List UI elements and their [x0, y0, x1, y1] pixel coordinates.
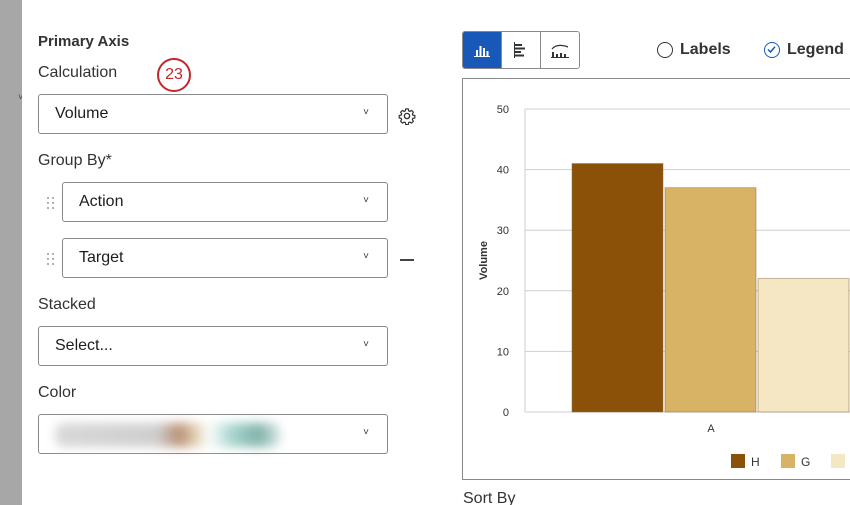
y-tick-label: 10	[497, 346, 509, 358]
legend-swatch	[781, 454, 795, 468]
labels-option-label: Labels	[680, 41, 731, 58]
x-tick-label: A	[707, 423, 715, 435]
y-tick-label: 0	[503, 407, 509, 419]
legend-swatch	[731, 454, 745, 468]
left-gutter: ˅	[0, 0, 23, 505]
chevron-down-icon: ˅	[363, 251, 369, 262]
bar-chart-button[interactable]	[502, 32, 541, 68]
group-by-value: Target	[79, 249, 124, 266]
group-by-value: Action	[79, 193, 124, 210]
stacked-select[interactable]: Select... ˅	[38, 326, 388, 366]
legend-option-label: Legend	[787, 41, 844, 58]
chevron-down-icon: ˅	[363, 107, 369, 118]
y-axis-label: Volume	[478, 241, 490, 280]
stacked-label: Stacked	[38, 296, 96, 313]
chevron-down-icon: ˅	[363, 339, 369, 350]
bar-chart: 0 10 20 30 40 50 Volume A H G	[478, 104, 850, 469]
calculation-select[interactable]: Volume ˅	[38, 94, 388, 134]
color-select[interactable]: ˅	[38, 414, 388, 454]
line-chart-icon	[551, 44, 569, 58]
chart-type-toolbar	[462, 31, 580, 69]
callout-badge: 23	[157, 58, 191, 92]
chart-preview: 0 10 20 30 40 50 Volume A H G	[462, 78, 850, 480]
line-chart-button[interactable]	[541, 32, 579, 68]
column-chart-button[interactable]	[463, 32, 502, 68]
drag-handle-icon[interactable]	[47, 197, 55, 209]
bar-chart-icon	[514, 42, 525, 58]
section-title: Primary Axis	[38, 33, 130, 50]
legend-label: G	[801, 455, 810, 469]
bar	[664, 187, 757, 413]
group-by-select-action[interactable]: Action ˅	[62, 182, 388, 222]
stacked-value: Select...	[55, 337, 113, 354]
legend-label: H	[751, 455, 760, 469]
group-by-label: Group By*	[38, 152, 112, 169]
radio-icon	[657, 42, 673, 58]
y-tick-label: 40	[497, 165, 509, 177]
y-tick-label: 50	[497, 104, 509, 116]
labels-option[interactable]: Labels	[657, 41, 731, 59]
chevron-down-icon: ˅	[363, 195, 369, 206]
color-palette-preview	[55, 423, 281, 447]
checkmark-icon	[764, 42, 780, 58]
calculation-value: Volume	[55, 105, 109, 122]
y-tick-label: 30	[497, 225, 509, 237]
group-by-select-target[interactable]: Target ˅	[62, 238, 388, 278]
drag-handle-icon[interactable]	[47, 253, 55, 265]
color-label: Color	[38, 384, 77, 401]
sort-by-label: Sort By	[463, 490, 516, 505]
legend-option[interactable]: Legend	[764, 41, 844, 59]
settings-panel: Primary Axis Calculation 23 Volume ˅ Gro…	[22, 0, 452, 505]
column-chart-icon	[474, 46, 490, 57]
legend-swatch	[831, 454, 845, 468]
bar	[571, 163, 664, 413]
gear-icon[interactable]	[398, 107, 416, 125]
remove-icon[interactable]	[400, 259, 414, 261]
bar	[757, 278, 850, 413]
calculation-label: Calculation	[38, 64, 118, 81]
y-tick-label: 20	[497, 286, 509, 298]
chevron-down-icon: ˅	[363, 427, 369, 438]
